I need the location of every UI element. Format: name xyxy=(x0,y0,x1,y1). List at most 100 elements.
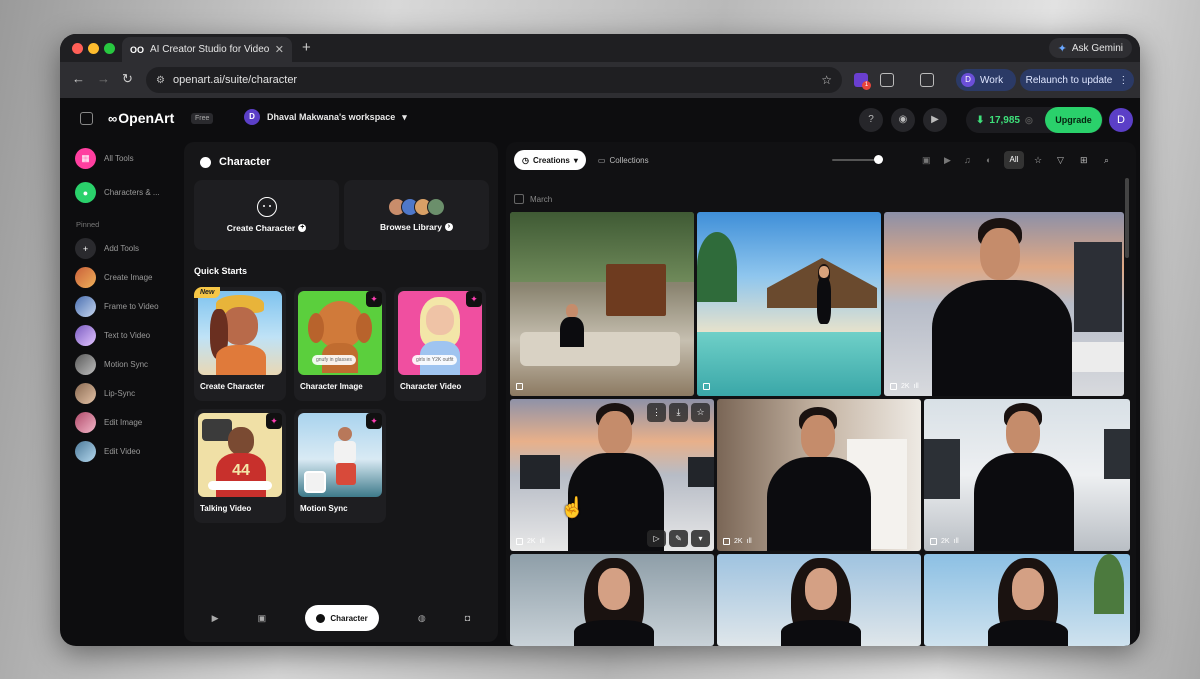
back-arrow-icon[interactable]: ← xyxy=(72,71,85,86)
frame-to-video-thumb-icon xyxy=(75,296,96,317)
edit-pencil-icon[interactable]: ✎ xyxy=(669,530,688,547)
rail-edit-video[interactable]: Edit Video xyxy=(75,441,140,462)
rail-frame-to-video[interactable]: Frame to Video xyxy=(75,296,159,317)
grid-view-icon[interactable]: ⊞ xyxy=(1080,155,1088,166)
credits-value: 17,985 xyxy=(989,114,1020,126)
arrow-icon: › xyxy=(444,223,453,231)
workspace-name: Dhaval Makwana's workspace xyxy=(267,112,396,122)
image-type-icon xyxy=(890,383,897,390)
chevron-down-icon[interactable]: ▾ xyxy=(691,530,710,547)
minimize-window-button[interactable] xyxy=(88,43,99,54)
creation-tile[interactable]: 2K ıll xyxy=(924,399,1130,551)
pin-icon[interactable]: ✦ xyxy=(366,291,382,307)
rail-create-image[interactable]: Create Image xyxy=(75,267,152,288)
library-avatars xyxy=(388,198,445,216)
audio-filter-icon[interactable]: ♫ xyxy=(964,155,971,165)
workspace-avatar: D xyxy=(244,109,260,125)
create-character-label: Create Character xyxy=(226,223,296,233)
select-month-checkbox[interactable] xyxy=(514,194,524,204)
rail-characters[interactable]: ● Characters & ... xyxy=(75,182,160,203)
upgrade-button[interactable]: Upgrade xyxy=(1045,107,1102,133)
world-mode-icon[interactable]: ◍ xyxy=(418,613,426,624)
browse-library-card[interactable]: Browse Library › xyxy=(344,180,489,250)
puzzle-extensions-icon[interactable] xyxy=(880,73,894,87)
creation-tile-hovered[interactable]: ⋮ ⤓ ☆ 2K ıll ▷ ✎ ▾ ☝ xyxy=(510,399,714,551)
search-icon[interactable]: ⌕ xyxy=(1104,155,1109,166)
credits-icon: ⬇ xyxy=(976,114,985,126)
video-filter-icon[interactable]: ▶ xyxy=(944,155,951,166)
quickstart-character-video[interactable]: girls in Y2K outfit ✦ Character Video xyxy=(394,287,486,401)
character-icon xyxy=(200,156,211,168)
quickstart-create-character[interactable]: New Create Character xyxy=(194,287,286,401)
reading-list-icon[interactable] xyxy=(920,73,934,87)
pin-icon[interactable]: ✦ xyxy=(366,413,382,429)
rail-add-tools[interactable]: + Add Tools xyxy=(75,238,139,259)
maximize-window-button[interactable] xyxy=(104,43,115,54)
scrollbar[interactable] xyxy=(1125,178,1129,258)
character-filter-icon[interactable]: ◐ xyxy=(986,155,991,165)
quickstart-character-image[interactable]: gnufy in glasses ✦ Character Image xyxy=(294,287,386,401)
audio-mode-icon[interactable]: ◘ xyxy=(465,613,470,623)
image-mode-icon[interactable]: ▣ xyxy=(258,613,267,624)
close-tab-icon[interactable]: ✕ xyxy=(275,43,284,56)
pin-icon[interactable]: ✦ xyxy=(466,291,482,307)
creation-tile[interactable] xyxy=(924,554,1130,646)
image-type-icon xyxy=(930,538,937,545)
creation-tile[interactable]: 2K ıll xyxy=(717,399,921,551)
quality-bars-icon: ıll xyxy=(539,538,545,545)
edit-image-thumb-icon xyxy=(75,412,96,433)
bookmark-star-icon[interactable]: ☆ xyxy=(821,73,832,87)
new-tab-icon[interactable]: + xyxy=(302,39,311,56)
tab-collections[interactable]: ▭ Collections xyxy=(590,150,657,170)
site-settings-icon[interactable]: ⚙ xyxy=(156,75,165,86)
more-menu-icon[interactable]: ⋮ xyxy=(1118,75,1128,86)
panel-title: Character xyxy=(200,156,270,168)
plus-icon: + xyxy=(75,238,96,259)
star-icon[interactable]: ☆ xyxy=(1034,155,1042,166)
left-rail: ▦ All Tools ● Characters & ... Pinned + … xyxy=(60,142,180,646)
browser-tab[interactable]: OO AI Creator Studio for Video & ✕ xyxy=(122,37,292,62)
thumbnail-size-slider[interactable] xyxy=(832,159,880,161)
animate-video-icon[interactable]: ▷ xyxy=(647,530,666,547)
reload-icon[interactable]: ↻ xyxy=(122,71,133,87)
quickstart-motion-sync[interactable]: ✦ Motion Sync xyxy=(294,409,386,523)
workspace-selector[interactable]: D Dhaval Makwana's workspace ▾ xyxy=(244,109,407,125)
video-mode-icon[interactable]: ▶ xyxy=(212,613,219,624)
close-window-button[interactable] xyxy=(72,43,83,54)
youtube-icon[interactable]: ▶ xyxy=(923,108,947,132)
forward-arrow-icon[interactable]: → xyxy=(97,71,110,86)
creation-tile[interactable] xyxy=(697,212,881,396)
creation-tile[interactable] xyxy=(510,212,694,396)
more-options-icon[interactable]: ⋮ xyxy=(647,403,666,422)
tab-creations[interactable]: ◷ Creations ▾ xyxy=(514,150,586,170)
sidebar-toggle-icon[interactable] xyxy=(80,112,93,125)
discord-icon[interactable]: ◉ xyxy=(891,108,915,132)
creation-tile[interactable] xyxy=(510,554,714,646)
pinned-heading: Pinned xyxy=(76,220,100,229)
quality-bars-icon: ıll xyxy=(913,383,919,390)
slider-handle[interactable] xyxy=(874,155,883,164)
relaunch-button[interactable]: Relaunch to update ⋮ xyxy=(1020,69,1134,91)
favorite-star-icon[interactable]: ☆ xyxy=(691,403,710,422)
url-field[interactable]: ⚙ openart.ai/suite/character ☆ xyxy=(146,67,842,93)
quickstart-talking-video[interactable]: 44 ✦ Talking Video xyxy=(194,409,286,523)
filter-funnel-icon[interactable]: ▽ xyxy=(1057,155,1064,166)
ask-gemini-button[interactable]: ✦ Ask Gemini xyxy=(1048,38,1132,58)
download-icon[interactable]: ⤓ xyxy=(669,403,688,422)
user-avatar[interactable]: D xyxy=(1109,108,1133,132)
filter-all-button[interactable]: All xyxy=(1004,151,1024,169)
create-character-card[interactable]: Create Character + xyxy=(194,180,339,250)
rail-edit-image[interactable]: Edit Image xyxy=(75,412,142,433)
rail-text-to-video[interactable]: Text to Video xyxy=(75,325,150,346)
creation-tile[interactable] xyxy=(717,554,921,646)
pin-icon[interactable]: ✦ xyxy=(266,413,282,429)
creation-tile[interactable]: 2K ıll xyxy=(884,212,1124,396)
openart-logo[interactable]: ∞ OpenArt xyxy=(108,110,174,126)
rail-all-tools[interactable]: ▦ All Tools xyxy=(75,148,134,169)
rail-lip-sync[interactable]: Lip-Sync xyxy=(75,383,135,404)
rail-motion-sync[interactable]: Motion Sync xyxy=(75,354,148,375)
character-mode-button[interactable]: Character xyxy=(305,605,379,631)
profile-button[interactable]: D Work xyxy=(956,69,1016,91)
help-icon[interactable]: ? xyxy=(859,108,883,132)
image-filter-icon[interactable]: ▣ xyxy=(922,155,931,166)
